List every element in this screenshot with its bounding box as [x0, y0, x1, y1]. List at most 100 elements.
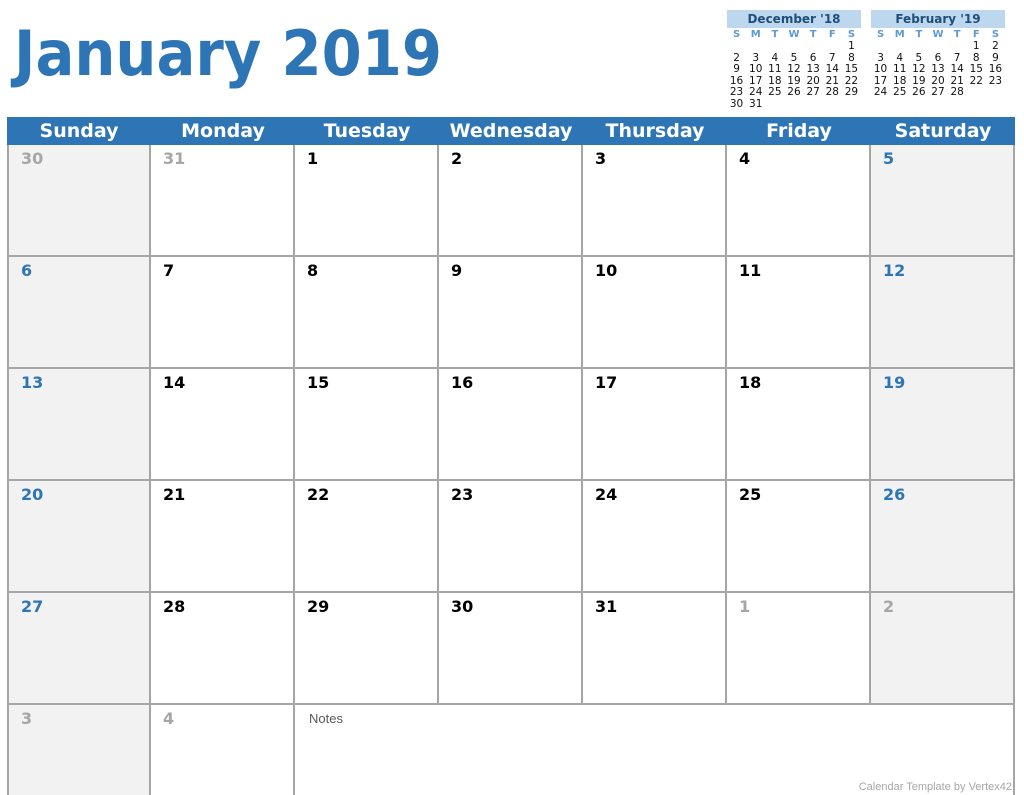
mini-day: 9 [733, 63, 740, 75]
weekday-label: Tuesday [323, 120, 411, 142]
day-cell[interactable]: 3 [583, 145, 727, 257]
day-cell[interactable]: 22 [295, 481, 439, 593]
mini-day [823, 41, 842, 53]
mini-weekday-label: M [750, 28, 761, 40]
mini-day: 26 [912, 86, 926, 98]
mini-day [746, 41, 765, 53]
mini-day: 25 [893, 86, 907, 98]
day-cell[interactable]: 4 [727, 145, 871, 257]
day-cell[interactable]: 21 [151, 481, 295, 593]
day-number: 1 [739, 597, 751, 616]
mini-day [842, 99, 861, 111]
calendar-week-row: 27 28 29 30 31 1 2 [7, 593, 1015, 705]
day-cell[interactable]: 5 [871, 145, 1015, 257]
mini-day: 14 [950, 63, 964, 75]
mini-day: 23 [729, 86, 744, 98]
day-cell[interactable]: 4 [151, 705, 295, 795]
day-number: 21 [163, 485, 186, 504]
day-cell[interactable]: 7 [151, 257, 295, 369]
mini-day [967, 87, 986, 99]
day-number: 6 [21, 261, 33, 280]
mini-day [909, 41, 928, 53]
day-cell[interactable]: 6 [7, 257, 151, 369]
day-cell[interactable]: 27 [7, 593, 151, 705]
day-cell[interactable]: 24 [583, 481, 727, 593]
day-number: 8 [307, 261, 319, 280]
weekday-label: Thursday [605, 120, 705, 142]
day-cell[interactable]: 18 [727, 369, 871, 481]
day-cell[interactable]: 12 [871, 257, 1015, 369]
mini-weekday-label: T [915, 28, 923, 40]
mini-day: 27 [931, 86, 945, 98]
day-cell[interactable]: 28 [151, 593, 295, 705]
day-cell[interactable]: 1 [295, 145, 439, 257]
day-cell[interactable]: 31 [151, 145, 295, 257]
mini-day: 28 [825, 86, 839, 98]
day-cell[interactable]: 30 [7, 145, 151, 257]
mini-day: 25 [768, 86, 782, 98]
day-cell[interactable]: 10 [583, 257, 727, 369]
day-cell[interactable]: 2 [439, 145, 583, 257]
mini-day: 31 [749, 97, 763, 110]
day-cell[interactable]: 17 [583, 369, 727, 481]
calendar-week-row: 6 7 8 9 10 11 12 [7, 257, 1015, 369]
day-cell[interactable]: 23 [439, 481, 583, 593]
mini-day: 10 [749, 63, 763, 75]
day-number: 31 [595, 597, 618, 616]
mini-week-row: 12 [871, 40, 1005, 53]
mini-calendar-title: December '18 [727, 10, 861, 28]
mini-day [928, 41, 947, 53]
weekday-label: Monday [181, 120, 265, 142]
day-number: 9 [451, 261, 463, 280]
mini-day [890, 41, 909, 53]
day-cell[interactable]: 19 [871, 369, 1015, 481]
day-number: 3 [21, 709, 33, 728]
mini-day: 24 [749, 86, 763, 98]
mini-day: 26 [787, 86, 801, 98]
mini-week-row: 24 25 26 27 28 [871, 86, 1005, 99]
day-cell[interactable]: 15 [295, 369, 439, 481]
weekday-label: Sunday [39, 120, 119, 142]
day-number: 30 [21, 149, 44, 168]
day-number: 2 [883, 597, 895, 616]
day-number: 18 [739, 373, 762, 392]
mini-day: 30 [729, 97, 744, 110]
day-cell[interactable]: 2 [871, 593, 1015, 705]
day-cell[interactable]: 31 [583, 593, 727, 705]
mini-weekday-label: W [932, 28, 944, 40]
calendar-week-row: 20 21 22 23 24 25 26 [7, 481, 1015, 593]
mini-day: 24 [873, 86, 888, 98]
day-cell[interactable]: 3 [7, 705, 151, 795]
day-number: 30 [451, 597, 474, 616]
calendar-week-row: 30 31 1 2 3 4 5 [7, 145, 1015, 257]
day-number: 7 [163, 261, 175, 280]
footer-credit: Calendar Template by Vertex42 [858, 781, 1012, 793]
mini-day [765, 99, 784, 111]
mini-day: 11 [768, 63, 782, 75]
mini-day [765, 41, 784, 53]
mini-weekday-label: M [894, 28, 905, 40]
day-cell[interactable]: 8 [295, 257, 439, 369]
mini-calendar-next: February '19 S M T W T F S 1 2 3 4 5 6 7 8 9 10 11 12 13 14 1… [871, 10, 1005, 99]
day-cell[interactable]: 11 [727, 257, 871, 369]
mini-day: 2 [992, 40, 999, 52]
mini-day [871, 41, 890, 53]
day-cell[interactable]: 20 [7, 481, 151, 593]
day-number: 12 [883, 261, 906, 280]
weekday-label: Friday [766, 120, 832, 142]
day-cell[interactable]: 16 [439, 369, 583, 481]
mini-day [804, 99, 823, 111]
day-number: 14 [163, 373, 186, 392]
day-cell[interactable]: 29 [295, 593, 439, 705]
day-number: 24 [595, 485, 618, 504]
day-cell[interactable]: 14 [151, 369, 295, 481]
mini-day: 28 [950, 86, 964, 98]
day-cell[interactable]: 13 [7, 369, 151, 481]
day-number: 19 [883, 373, 906, 392]
day-cell[interactable]: 25 [727, 481, 871, 593]
day-cell[interactable]: 30 [439, 593, 583, 705]
day-cell[interactable]: 9 [439, 257, 583, 369]
day-cell[interactable]: 26 [871, 481, 1015, 593]
mini-day: 14 [825, 63, 839, 75]
day-cell[interactable]: 1 [727, 593, 871, 705]
